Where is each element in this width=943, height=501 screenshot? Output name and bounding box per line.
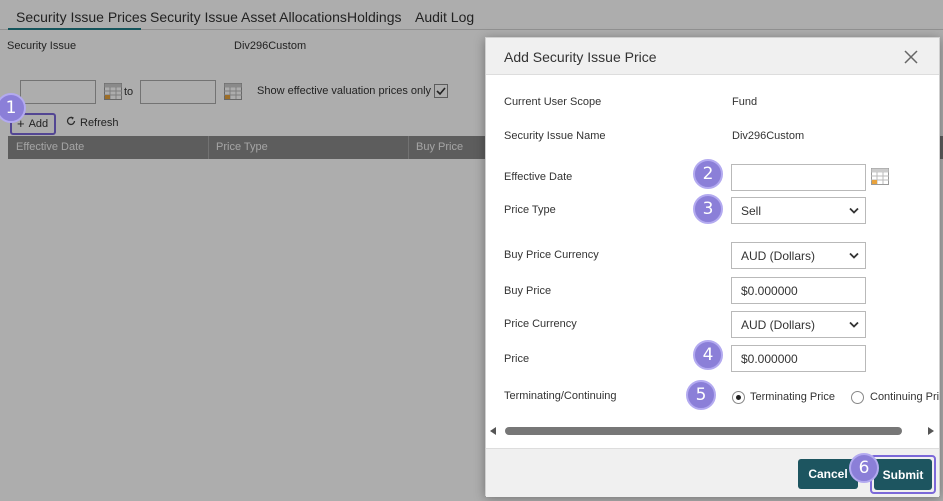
step-badge-4: 4 xyxy=(693,340,723,370)
chevron-down-icon xyxy=(849,321,859,329)
scroll-right-icon[interactable] xyxy=(928,427,934,435)
step-badge-6: 6 xyxy=(849,453,879,483)
current-user-scope-value: Fund xyxy=(732,96,758,108)
price-currency-select[interactable]: AUD (Dollars) xyxy=(731,311,866,338)
buy-price-currency-select[interactable]: AUD (Dollars) xyxy=(731,242,866,269)
security-issue-name-value: Div296Custom xyxy=(732,130,805,142)
scroll-left-icon[interactable] xyxy=(490,427,496,435)
price-input[interactable]: $0.000000 xyxy=(731,345,866,372)
chevron-down-icon xyxy=(849,207,859,215)
step-badge-3: 3 xyxy=(693,194,723,224)
scrollbar-thumb[interactable] xyxy=(505,427,902,435)
buy-price-label: Buy Price xyxy=(504,285,552,297)
buy-price-currency-selected-value: AUD (Dollars) xyxy=(741,249,816,263)
price-label: Price xyxy=(504,353,530,365)
continuing-price-radio[interactable] xyxy=(851,391,864,404)
close-icon[interactable] xyxy=(903,49,919,65)
dialog-title: Add Security Issue Price xyxy=(504,49,657,65)
security-issue-name-label: Security Issue Name xyxy=(504,130,606,142)
submit-highlight: Submit xyxy=(870,455,936,494)
chevron-down-icon xyxy=(849,252,859,260)
price-currency-label: Price Currency xyxy=(504,318,577,330)
terminating-continuing-label: Terminating/Continuing xyxy=(504,390,617,402)
buy-price-input[interactable]: $0.000000 xyxy=(731,277,866,304)
price-type-label: Price Type xyxy=(504,204,556,216)
horizontal-scrollbar[interactable] xyxy=(486,424,939,438)
dialog-header: Add Security Issue Price xyxy=(486,38,939,75)
buy-price-currency-label: Buy Price Currency xyxy=(504,249,599,261)
current-user-scope-label: Current User Scope xyxy=(504,96,602,108)
calendar-icon[interactable] xyxy=(871,168,889,185)
step-badge-2: 2 xyxy=(693,159,723,189)
price-currency-selected-value: AUD (Dollars) xyxy=(741,318,816,332)
step-badge-5: 5 xyxy=(686,380,716,410)
price-type-selected-value: Sell xyxy=(741,204,762,218)
effective-date-label: Effective Date xyxy=(504,171,573,183)
terminating-price-radio[interactable] xyxy=(732,391,745,404)
continuing-price-option-label: Continuing Pri xyxy=(870,391,939,403)
submit-button[interactable]: Submit xyxy=(874,459,932,490)
add-security-issue-price-dialog: Add Security Issue Price Current User Sc… xyxy=(485,37,940,497)
price-type-select[interactable]: Sell xyxy=(731,197,866,224)
terminating-price-option-label: Terminating Price xyxy=(750,391,835,403)
effective-date-input[interactable] xyxy=(731,164,866,191)
